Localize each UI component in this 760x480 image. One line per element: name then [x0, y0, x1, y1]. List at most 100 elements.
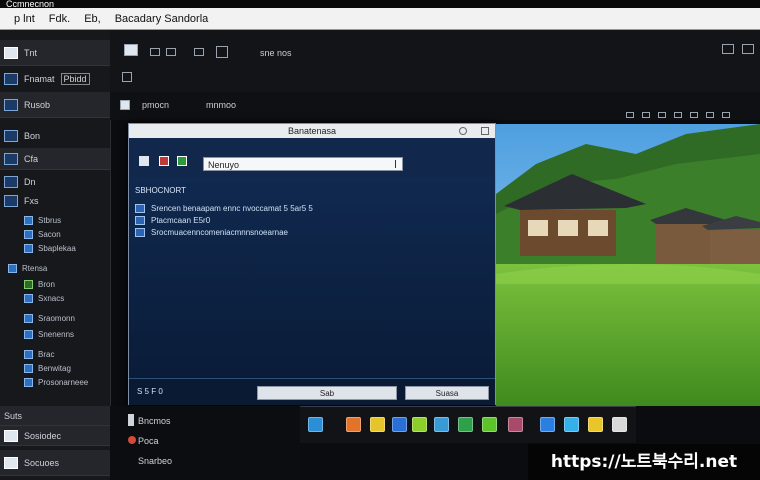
save-button[interactable]: Sab — [257, 386, 397, 400]
view-grid-icon[interactable] — [642, 112, 650, 118]
breadcrumb-left[interactable]: pmocn — [142, 100, 169, 110]
photos-icon[interactable] — [412, 417, 427, 432]
file-icon — [24, 364, 33, 373]
files-icon[interactable] — [308, 417, 323, 432]
filter-icon[interactable] — [690, 112, 698, 118]
dialog-title-bar: Banatenasa — [129, 124, 495, 138]
folder-icon — [4, 73, 18, 85]
view-details-icon[interactable] — [658, 112, 666, 118]
sidebar-item-5[interactable]: Dn — [0, 172, 110, 192]
sidebar-item-label: Cfa — [24, 153, 39, 164]
sidebar: Tnt Fnamat Pbidd Rusob Bon Cfa Dn Fxs St… — [0, 30, 111, 480]
sidebar-subitem[interactable]: Rtensa — [8, 264, 47, 273]
chevron-down-icon[interactable] — [395, 160, 402, 168]
folder-icon[interactable] — [139, 156, 149, 166]
list-item[interactable]: Ptacmcaan E5r0 — [135, 216, 210, 225]
chat-icon[interactable] — [458, 417, 473, 432]
sort-icon[interactable] — [674, 112, 682, 118]
more-icon[interactable] — [722, 112, 730, 118]
sidebar-subitem[interactable]: Prosonarneee — [24, 378, 88, 387]
video-icon[interactable] — [508, 417, 523, 432]
bottom-panel: Bncmos Poca Snarbeo — [110, 406, 300, 480]
trash-icon[interactable] — [612, 417, 627, 432]
breadcrumb-right[interactable]: mnmoo — [206, 100, 236, 110]
close-icon[interactable] — [481, 127, 489, 135]
store-icon[interactable] — [540, 417, 555, 432]
view-list-icon[interactable] — [626, 112, 634, 118]
folder-icon[interactable] — [124, 44, 138, 56]
back-icon[interactable] — [150, 48, 160, 56]
up-icon[interactable] — [194, 48, 204, 56]
drive-icon — [4, 98, 18, 111]
sidebar-subitem[interactable]: Stbrus — [24, 216, 61, 225]
folder-icon — [4, 429, 18, 442]
forward-icon[interactable] — [166, 48, 176, 56]
file-icon — [135, 204, 145, 213]
sidebar-subitem[interactable]: Bron — [24, 280, 55, 289]
app-icon[interactable] — [346, 417, 361, 432]
panel-line-2: Poca — [138, 436, 159, 446]
music-icon[interactable] — [482, 417, 497, 432]
sidebar-subitem[interactable]: Snenenns — [24, 330, 74, 339]
panel-line-3: Snarbeo — [138, 456, 173, 466]
view-icon[interactable] — [216, 46, 228, 58]
cancel-button[interactable]: Suasa — [405, 386, 489, 400]
file-icon — [24, 350, 33, 359]
window-icon[interactable] — [722, 44, 734, 54]
menu-icon[interactable] — [742, 44, 754, 54]
list-item[interactable]: Srencen benaapam ennc nvoccamat 5 5ar5 5 — [135, 204, 313, 213]
path-label: sne nos — [260, 48, 292, 58]
image-icon[interactable] — [159, 156, 169, 166]
footer-status: S 5 F 0 — [137, 387, 163, 396]
sidebar-subitem[interactable]: Brac — [24, 350, 54, 359]
dialog-file-list: SBHOCNORT Srencen benaapam ennc nvoccama… — [129, 178, 495, 378]
sidebar-subitem[interactable]: Sraomonn — [24, 314, 75, 323]
folder-icon — [4, 152, 18, 165]
sidebar-item-label: Tnt — [24, 47, 38, 58]
file-icon — [135, 216, 145, 225]
settings-icon[interactable] — [706, 112, 714, 118]
menu-item-3[interactable]: Eb, — [84, 13, 101, 25]
sidebar-item-2[interactable]: Rusob — [0, 92, 110, 118]
section-label: SBHOCNORT — [135, 186, 186, 195]
media-icon[interactable] — [177, 156, 187, 166]
file-icon — [24, 294, 33, 303]
menu-item-4[interactable]: Bacadary Sandorla — [115, 13, 209, 25]
sidebar-bottom-item-0[interactable]: Suts — [0, 406, 110, 426]
sidebar-bottom-item-2[interactable]: Socuoes — [0, 450, 110, 476]
browser-icon[interactable] — [392, 417, 407, 432]
sidebar-item-label: Rusob — [24, 99, 51, 110]
sidebar-subitem[interactable]: Benwitag — [24, 364, 71, 373]
home-icon[interactable] — [122, 72, 132, 82]
folder-icon — [4, 176, 18, 188]
menu-item-2[interactable]: Fdk. — [49, 13, 70, 25]
cloud-icon[interactable] — [564, 417, 579, 432]
folder-icon[interactable] — [588, 417, 603, 432]
list-item[interactable]: Srocmuacenncomeniacmnnsnoearnae — [135, 228, 288, 237]
wallpaper-photo — [496, 124, 760, 406]
monitor-icon — [4, 456, 18, 469]
dialog-toolbar: Nenuyo — [129, 138, 495, 179]
sidebar-subitem[interactable]: Sacon — [24, 230, 61, 239]
mail-icon[interactable] — [434, 417, 449, 432]
sidebar-subitem[interactable]: Sbaplekaa — [24, 244, 76, 253]
minimize-icon[interactable] — [459, 127, 467, 135]
sidebar-bottom-item-1[interactable]: Sosiodec — [0, 426, 110, 446]
dialog-footer: S 5 F 0 Sab Suasa — [129, 378, 495, 405]
sidebar-item-0[interactable]: Tnt — [0, 40, 110, 66]
file-icon — [24, 378, 33, 387]
folder-icon — [4, 195, 18, 207]
menu-item-1[interactable]: p lnt — [14, 13, 35, 25]
sidebar-item-label: Fxs — [24, 196, 39, 206]
sidebar-item-3[interactable]: Bon — [0, 126, 110, 146]
sidebar-item-label: Suts — [4, 410, 23, 421]
computer-icon[interactable] — [120, 100, 130, 110]
sidebar-item-1[interactable]: Fnamat Pbidd — [0, 68, 110, 90]
file-icon — [24, 244, 33, 253]
dialog-search-input[interactable]: Nenuyo — [203, 157, 403, 171]
sidebar-item-6[interactable]: Fxs — [0, 192, 110, 210]
sidebar-subitem[interactable]: Sxnacs — [24, 294, 64, 303]
sidebar-item-4[interactable]: Cfa — [0, 148, 110, 170]
notes-icon[interactable] — [370, 417, 385, 432]
folder-icon — [4, 46, 18, 59]
